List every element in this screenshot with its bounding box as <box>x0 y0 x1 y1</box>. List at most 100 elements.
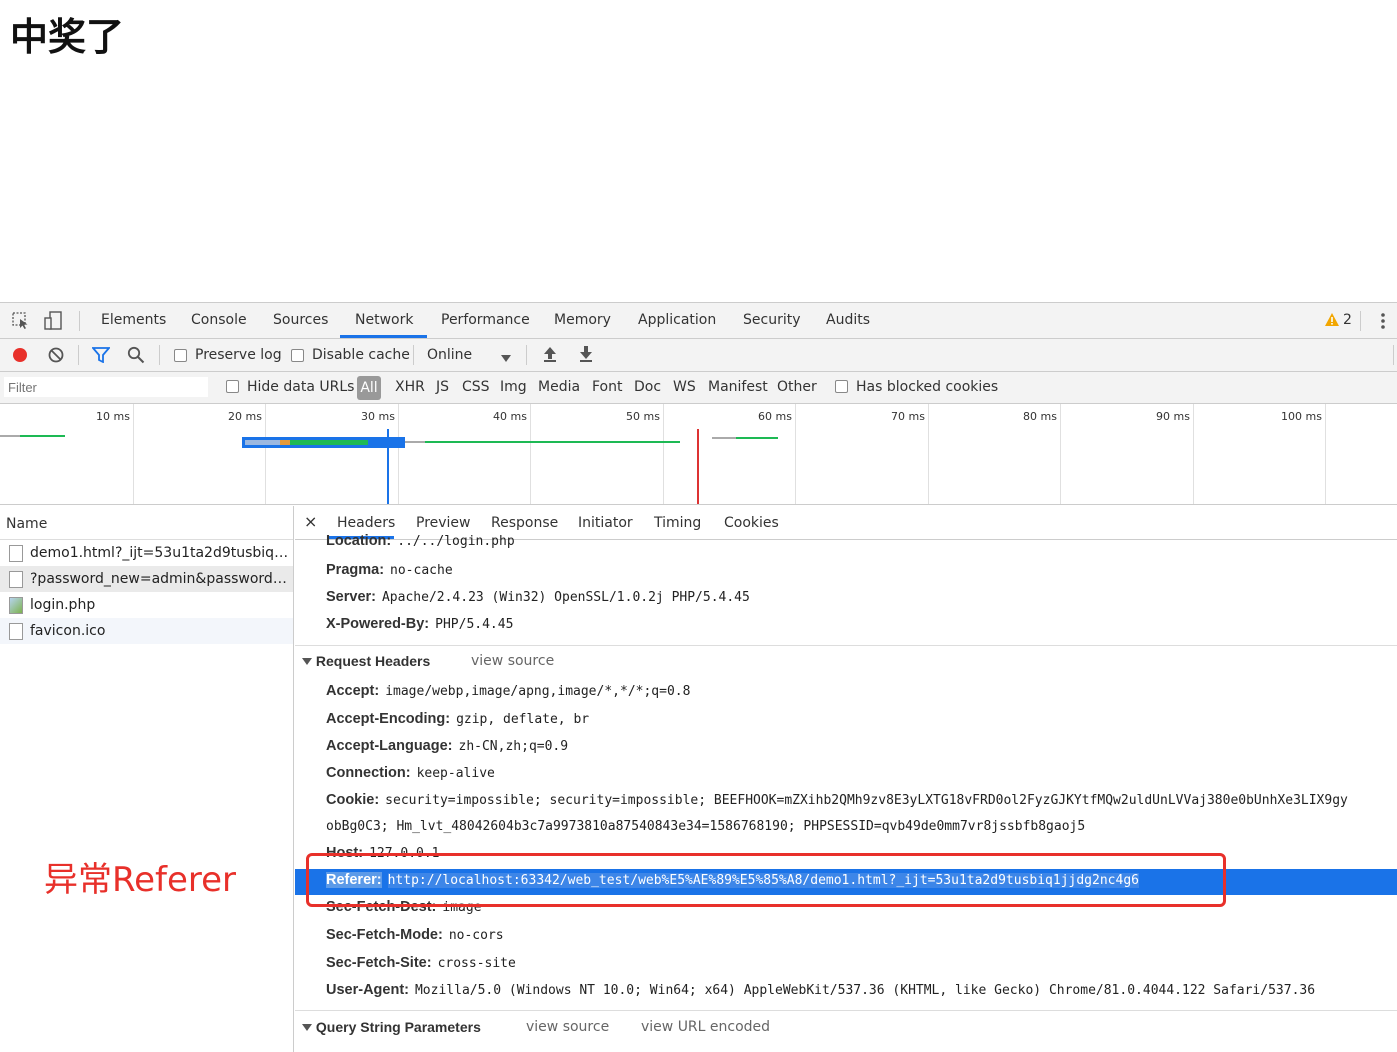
search-icon[interactable] <box>127 346 145 368</box>
hide-data-urls-label: Hide data URLs <box>247 379 355 395</box>
timeline-bars <box>0 429 778 504</box>
expand-triangle-icon <box>302 1024 312 1031</box>
separator <box>413 345 414 365</box>
header-row-location: Location: ../../login.php <box>326 533 515 549</box>
export-har-icon[interactable] <box>579 346 593 366</box>
import-har-icon[interactable] <box>543 346 557 366</box>
filter-type-font[interactable]: Font <box>592 379 622 395</box>
filter-input[interactable] <box>4 377 208 397</box>
view-url-encoded-link[interactable]: view URL encoded <box>641 1019 770 1035</box>
document-icon <box>9 545 23 562</box>
has-blocked-cookies-label: Has blocked cookies <box>856 379 999 395</box>
filter-type-css[interactable]: CSS <box>462 379 490 395</box>
name-header-label: Name <box>6 516 48 532</box>
expand-triangle-icon <box>302 658 312 665</box>
request-row[interactable]: ?password_new=admin&password_c... <box>0 566 293 592</box>
tab-console[interactable]: Console <box>191 312 247 328</box>
request-name: favicon.ico <box>30 623 106 639</box>
view-source-link[interactable]: view source <box>471 653 554 669</box>
throttling-select[interactable]: Online <box>427 347 472 363</box>
header-row-accept: Accept: image/webp,image/apng,image/*,*/*… <box>326 683 691 699</box>
record-icon[interactable] <box>12 347 28 367</box>
filter-type-media[interactable]: Media <box>538 379 580 395</box>
header-row-accept-language: Accept-Language: zh-CN,zh;q=0.9 <box>326 738 569 754</box>
separator <box>1393 345 1394 365</box>
tab-elements[interactable]: Elements <box>101 312 166 328</box>
file-icon <box>9 571 23 588</box>
request-name: demo1.html?_ijt=53u1ta2d9tusbiq1jj... <box>30 545 290 561</box>
query-string-section[interactable]: Query String Parameters <box>302 1019 481 1035</box>
view-source-link[interactable]: view source <box>526 1019 609 1035</box>
hide-data-urls-checkbox[interactable] <box>226 380 239 393</box>
page-title: 中奖了 <box>10 15 125 59</box>
tab-response[interactable]: Response <box>491 515 558 531</box>
tab-security[interactable]: Security <box>743 312 801 328</box>
request-row[interactable]: favicon.ico <box>0 618 293 644</box>
disable-cache-checkbox[interactable] <box>291 349 304 362</box>
requests-list: Name demo1.html?_ijt=53u1ta2d9tusbiq1jj.… <box>0 506 294 1052</box>
filter-type-doc[interactable]: Doc <box>634 379 661 395</box>
filter-type-manifest[interactable]: Manifest <box>708 379 768 395</box>
annotation-highlight-box <box>306 853 1226 907</box>
tab-audits[interactable]: Audits <box>826 312 870 328</box>
header-row-sec-fetch-mode: Sec-Fetch-Mode: no-cors <box>326 927 504 943</box>
devtools-tab-bar: Elements Console Sources Network Perform… <box>0 303 1397 339</box>
tab-application[interactable]: Application <box>638 312 716 328</box>
network-filter-bar: Hide data URLs All XHR JS CSS Img Media … <box>0 372 1397 404</box>
tab-performance[interactable]: Performance <box>441 312 530 328</box>
chevron-down-icon[interactable] <box>501 351 511 367</box>
warnings-count[interactable]: 2 <box>1343 312 1352 328</box>
header-row-connection: Connection: keep-alive <box>326 765 495 781</box>
header-row-pragma: Pragma: no-cache <box>326 562 453 578</box>
tab-cookies[interactable]: Cookies <box>724 515 779 531</box>
separator <box>78 345 79 365</box>
filter-type-ws[interactable]: WS <box>673 379 696 395</box>
tab-memory[interactable]: Memory <box>554 312 611 328</box>
device-toolbar-icon[interactable] <box>44 311 64 335</box>
request-row[interactable]: login.php <box>0 592 293 618</box>
name-column-header[interactable]: Name <box>0 506 293 540</box>
request-row[interactable]: demo1.html?_ijt=53u1ta2d9tusbiq1jj... <box>0 540 293 566</box>
clear-icon[interactable] <box>48 347 64 367</box>
filter-type-other[interactable]: Other <box>777 379 817 395</box>
tab-preview[interactable]: Preview <box>416 515 471 531</box>
request-headers-section[interactable]: Request Headers <box>302 653 430 669</box>
annotation-label: 异常Referer <box>44 860 237 900</box>
filter-type-all[interactable]: All <box>357 376 381 400</box>
filter-type-js[interactable]: JS <box>436 379 449 395</box>
request-name: ?password_new=admin&password_c... <box>30 571 290 587</box>
devtools-panel: Elements Console Sources Network Perform… <box>0 302 1397 1052</box>
separator <box>159 345 160 365</box>
filter-icon[interactable] <box>91 347 111 367</box>
query-string-title: Query String Parameters <box>315 1019 481 1035</box>
request-headers-title: Request Headers <box>315 653 431 669</box>
tab-initiator[interactable]: Initiator <box>578 515 633 531</box>
inspect-element-icon[interactable] <box>12 312 30 334</box>
tab-network[interactable]: Network <box>355 312 413 328</box>
tab-timing[interactable]: Timing <box>654 515 701 531</box>
separator <box>79 311 80 331</box>
has-blocked-cookies-checkbox[interactable] <box>835 380 848 393</box>
preserve-log-checkbox[interactable] <box>174 349 187 362</box>
tab-headers[interactable]: Headers <box>337 515 395 531</box>
network-control-bar: Preserve log Disable cache Online <box>0 339 1397 372</box>
header-row-cookie-cont: obBg0C3; Hm_lvt_48042604b3c7a9973810a875… <box>326 819 1086 834</box>
section-divider <box>295 645 1397 646</box>
file-icon <box>9 623 23 640</box>
header-row-cookie: Cookie: security=impossible; security=imp… <box>326 792 1348 808</box>
header-row-user-agent: User-Agent: Mozilla/5.0 (Windows NT 10.0;… <box>326 982 1316 998</box>
active-tab-indicator <box>340 335 427 338</box>
header-row-sec-fetch-site: Sec-Fetch-Site: cross-site <box>326 955 516 971</box>
section-divider <box>295 1010 1397 1011</box>
separator <box>526 345 527 365</box>
network-timeline-overview[interactable]: 10 ms 20 ms 30 ms 40 ms 50 ms 60 ms 70 m… <box>0 404 1397 505</box>
header-row-server: Server: Apache/2.4.23 (Win32) OpenSSL/1.0… <box>326 589 750 605</box>
tab-sources[interactable]: Sources <box>273 312 328 328</box>
close-detail-button[interactable]: × <box>304 512 317 531</box>
preserve-log-label: Preserve log <box>195 347 282 363</box>
header-row-x-powered-by: X-Powered-By: PHP/5.4.45 <box>326 616 514 632</box>
more-options-icon[interactable] <box>1380 312 1386 334</box>
filter-type-xhr[interactable]: XHR <box>395 379 425 395</box>
warning-icon[interactable] <box>1325 313 1339 330</box>
filter-type-img[interactable]: Img <box>500 379 527 395</box>
